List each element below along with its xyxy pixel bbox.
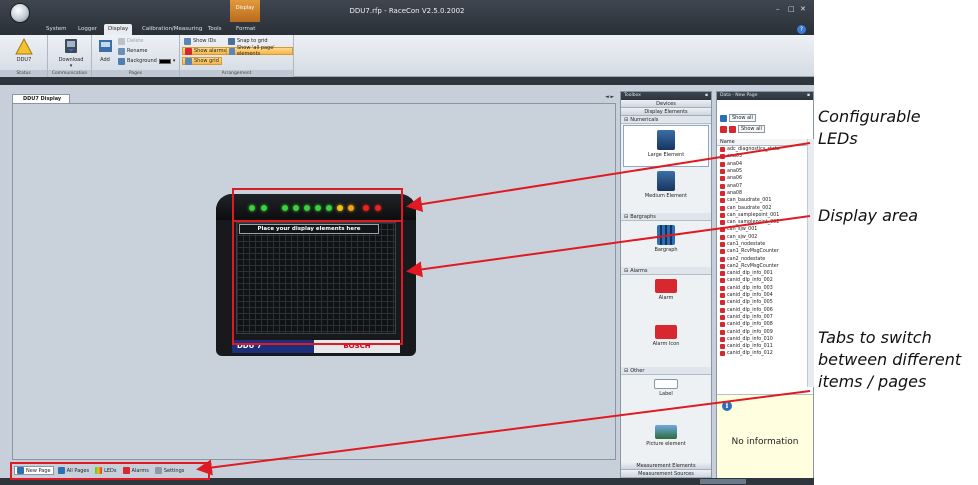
- display-area-arrow: [406, 215, 811, 278]
- leds-highlight-box: [232, 188, 403, 222]
- annotation-display-area: Display area: [818, 206, 919, 225]
- page-tabs-highlight-box: [10, 462, 210, 480]
- annotation-configurable-leds: Configurable LEDs: [818, 107, 921, 148]
- leds-arrow: [406, 142, 811, 213]
- tabs-arrow: [196, 390, 811, 476]
- display-area-highlight-box: [232, 220, 403, 345]
- annotation-tabs-to-switch: Tabs to switch between different items /…: [818, 328, 962, 391]
- annotation-overlay: [10, 142, 811, 480]
